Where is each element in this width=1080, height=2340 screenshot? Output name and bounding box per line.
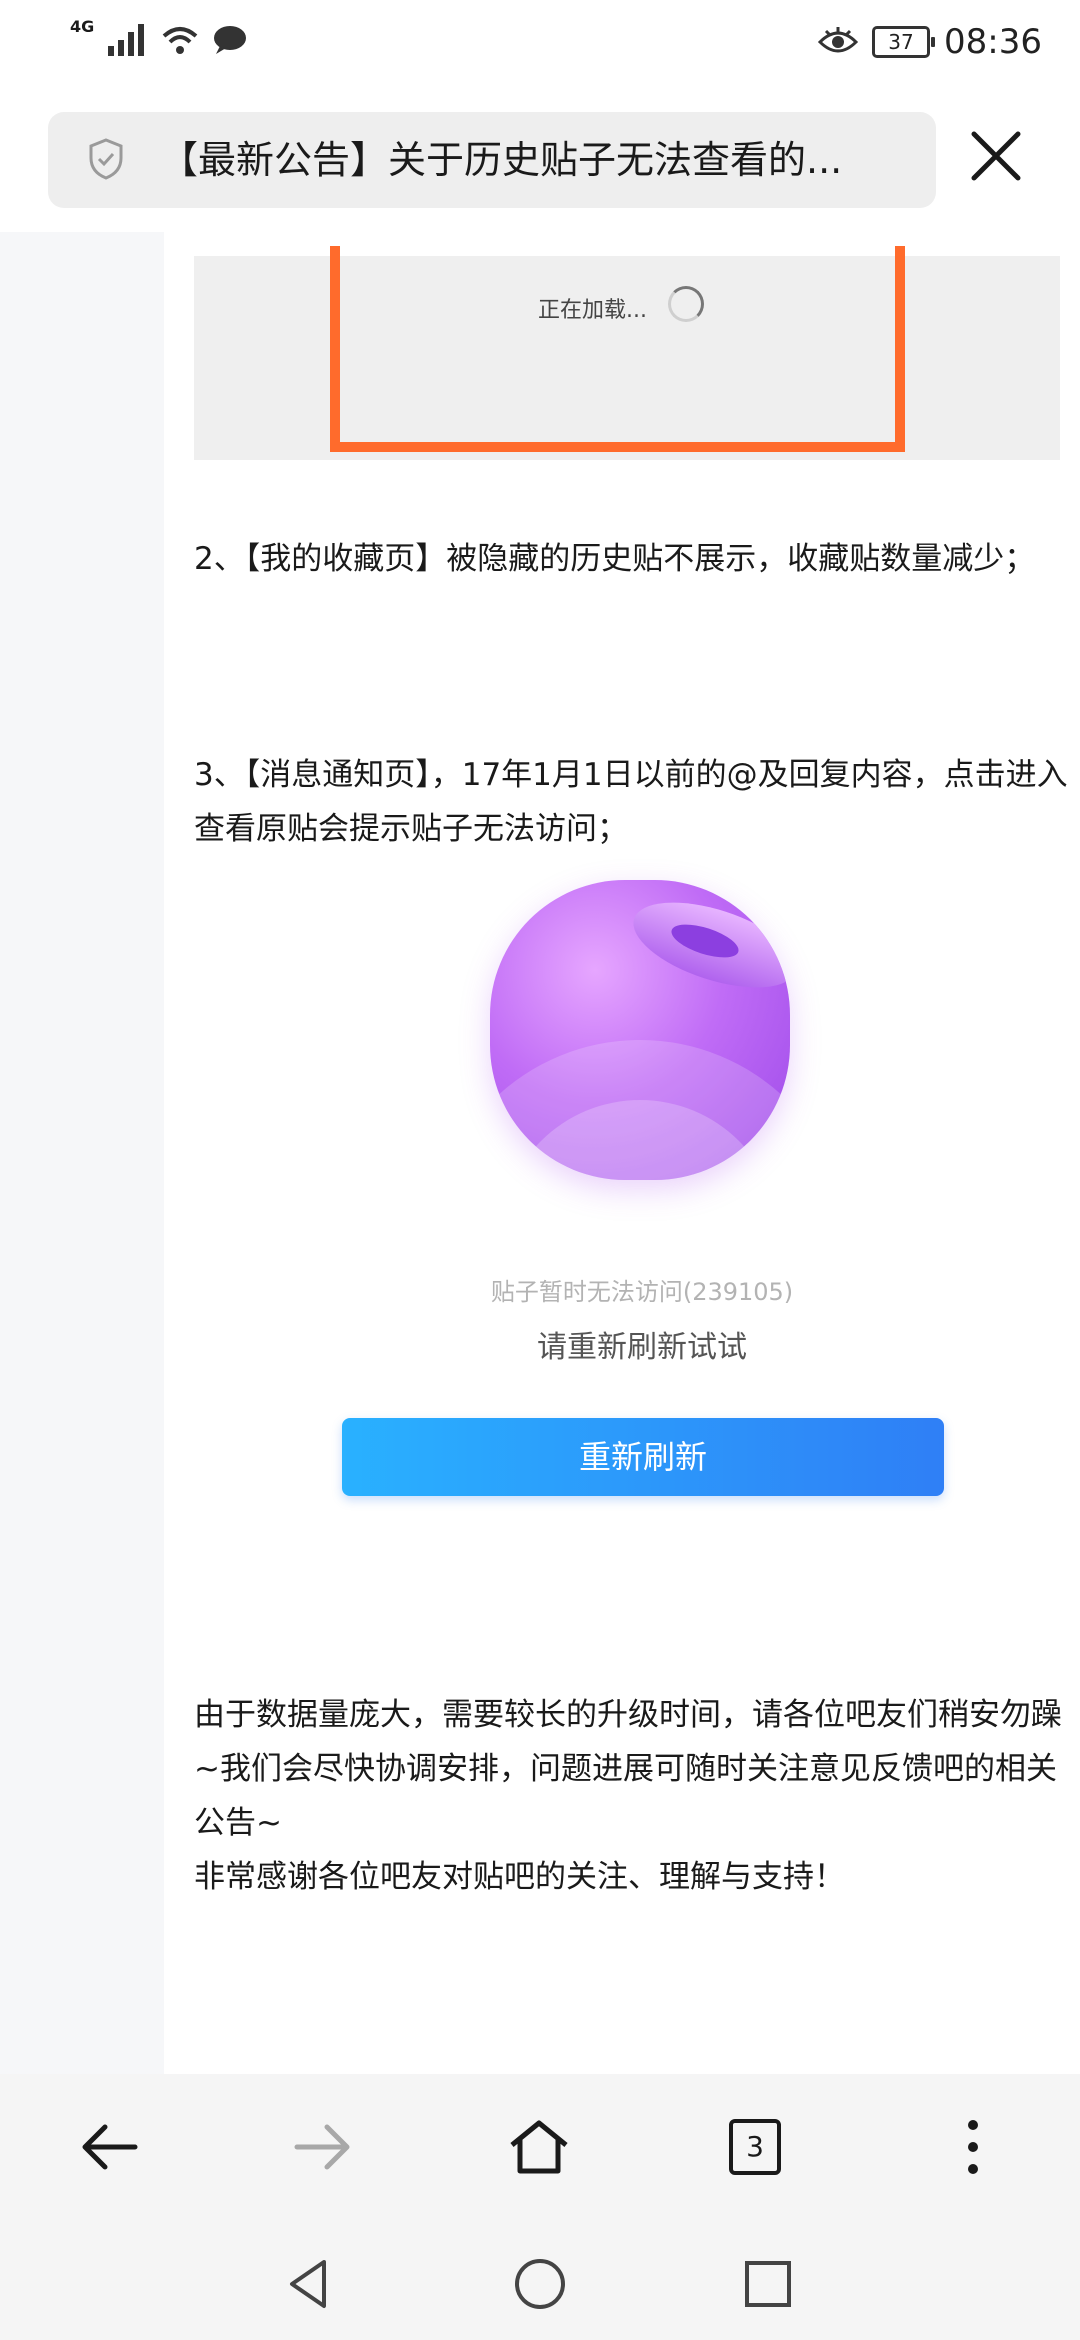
highlight-frame — [330, 246, 905, 452]
tab-count: 3 — [729, 2119, 781, 2175]
paragraph-closing: 由于数据量庞大，需要较长的升级时间，请各位吧友们稍安勿躁~我们会尽快协调安排，问… — [194, 1697, 1062, 1841]
paragraph-2: 2、【我的收藏页】被隐藏的历史贴不展示，收藏贴数量减少； — [194, 541, 1036, 577]
shield-icon[interactable] — [88, 138, 124, 180]
signal-icon — [108, 24, 145, 56]
page-left-margin — [0, 232, 164, 2074]
close-icon[interactable] — [966, 126, 1026, 186]
paragraph-thanks: 非常感谢各位吧友对贴吧的关注、理解与支持！ — [194, 1859, 845, 1895]
status-right: 37 08:36 — [818, 22, 1042, 62]
address-bar[interactable]: 【最新公告】关于历史贴子无法查看的... — [48, 112, 936, 208]
eye-icon — [818, 27, 859, 53]
battery-indicator: 37 — [872, 26, 936, 58]
loading-spinner-icon — [668, 286, 704, 322]
wifi-icon — [162, 27, 198, 54]
tabs-button[interactable]: 3 — [720, 2112, 790, 2182]
error-message: 请重新刷新试试 — [537, 1330, 747, 1365]
message-icon — [214, 26, 247, 54]
home-button[interactable] — [504, 2112, 574, 2182]
more-icon — [968, 2120, 978, 2174]
more-button[interactable] — [938, 2112, 1008, 2182]
back-button[interactable] — [74, 2112, 144, 2182]
forward-button[interactable] — [288, 2112, 358, 2182]
nav-home-icon[interactable] — [510, 2254, 570, 2314]
nav-recents-icon[interactable] — [738, 2254, 798, 2314]
error-illustration — [490, 880, 790, 1180]
clock: 08:36 — [944, 22, 1042, 62]
loading-text: 正在加载... — [538, 298, 647, 323]
home-icon — [510, 2120, 568, 2174]
page-title[interactable]: 【最新公告】关于历史贴子无法查看的... — [160, 112, 920, 208]
back-arrow-icon — [82, 2124, 138, 2170]
refresh-button[interactable]: 重新刷新 — [342, 1418, 944, 1496]
forward-arrow-icon — [294, 2124, 350, 2170]
paragraph-3: 3、【消息通知页】，17年1月1日以前的@及回复内容，点击进入查看原贴会提示贴子… — [194, 757, 1068, 847]
status-bar: 4G 37 08:36 — [0, 0, 1080, 92]
status-left: 4G — [70, 17, 248, 58]
system-nav-bar — [0, 2220, 1080, 2340]
browser-toolbar: 3 — [0, 2074, 1080, 2220]
error-code: 贴子暂时无法访问(239105) — [490, 1278, 794, 1306]
embedded-screenshot-loading: 正在加载... — [194, 246, 1060, 460]
nav-back-icon[interactable] — [280, 2254, 340, 2314]
network-type: 4G — [70, 16, 95, 36]
